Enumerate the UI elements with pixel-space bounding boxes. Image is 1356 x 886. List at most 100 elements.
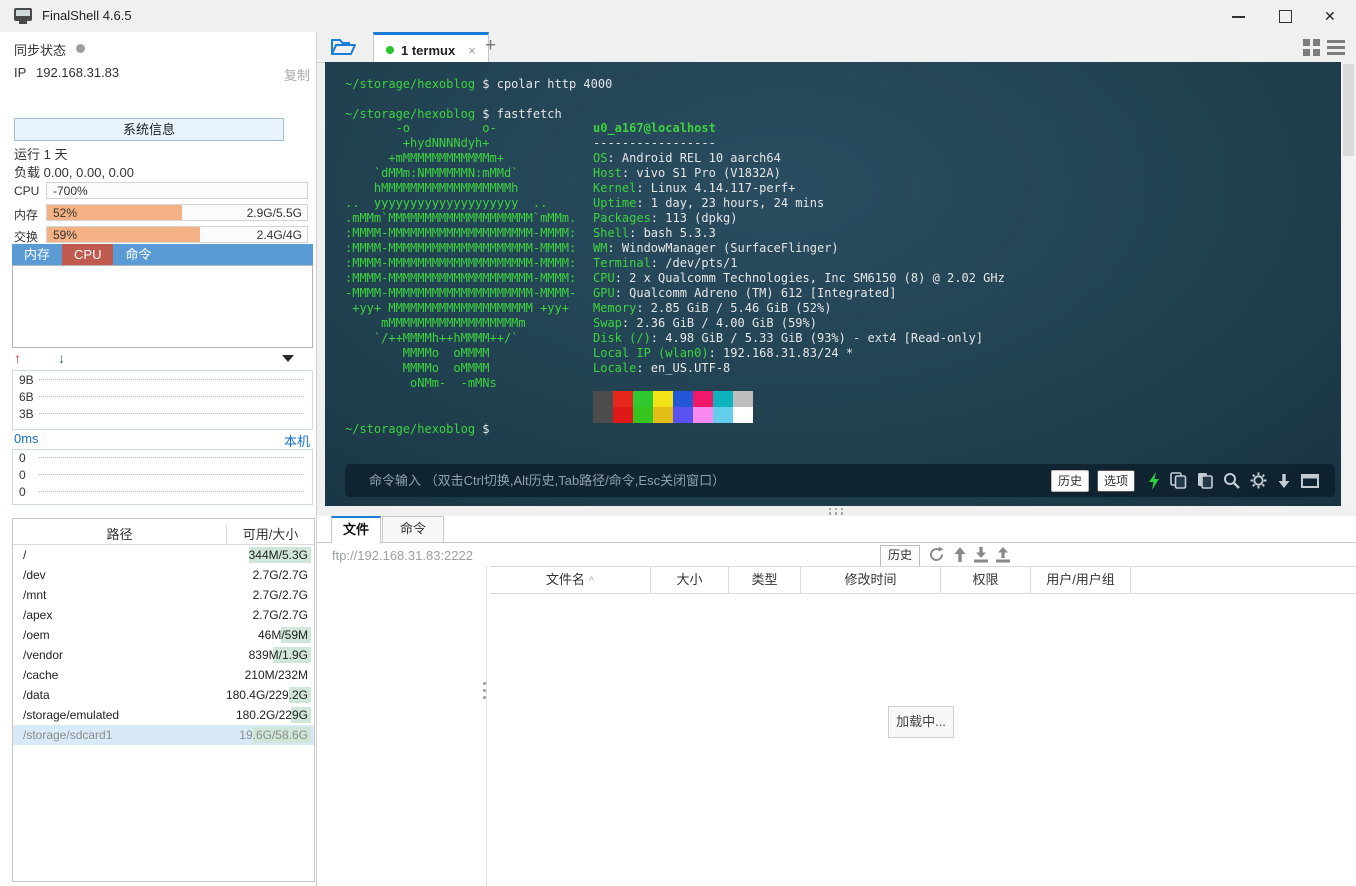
file-manager-panel: 文件 命令 ftp://192.168.31.83:2222 历史 文件名 ^ 大…	[317, 516, 1356, 886]
palette-swatch	[733, 407, 753, 423]
monitor-tab-command[interactable]: 命令	[113, 244, 163, 265]
quick-command-lightning-icon[interactable]	[1148, 471, 1160, 490]
tab-termux-label: 1 termux	[401, 42, 456, 58]
column-header-perm[interactable]: 权限	[941, 566, 1031, 594]
fs-row[interactable]: /data 180.4G/229.2G	[13, 685, 314, 705]
fs-row-value: 2.7G/2.7G	[252, 588, 308, 602]
fastfetch-info-line: CPU: 2 x Qualcomm Technologies, Inc SM61…	[593, 271, 1005, 285]
column-header-spacer	[1131, 566, 1356, 594]
palette-swatch	[673, 391, 693, 407]
palette-swatch	[673, 407, 693, 423]
cpu-meter: CPU -700%	[14, 182, 308, 199]
layout-grid-icon[interactable]	[1303, 39, 1320, 56]
search-icon[interactable]	[1223, 472, 1240, 489]
column-header-owner[interactable]: 用户/用户组	[1031, 566, 1131, 594]
title-bar: FinalShell 4.6.5	[0, 0, 1356, 33]
close-button[interactable]	[1308, 0, 1354, 32]
fs-row[interactable]: /mnt 2.7G/2.7G	[13, 585, 314, 605]
fs-row-value: 19.6G/58.6G	[239, 728, 308, 742]
memory-meter-label: 内存	[14, 208, 39, 222]
ping-host[interactable]: 本机	[284, 431, 310, 450]
history-button[interactable]: 历史	[1050, 469, 1089, 492]
column-header-type[interactable]: 类型	[729, 566, 801, 594]
terminal-screen[interactable]: ~/storage/hexoblog $ cpolar http 4000 ~/…	[325, 62, 1341, 506]
gear-icon[interactable]	[1250, 472, 1267, 489]
gridline	[39, 379, 304, 380]
column-header-mtime[interactable]: 修改时间	[801, 566, 941, 594]
palette-swatch	[633, 407, 653, 423]
minimize-button[interactable]	[1216, 0, 1262, 32]
loading-indicator: 加载中...	[888, 706, 954, 738]
upload-icon[interactable]	[995, 546, 1011, 563]
window-title: FinalShell 4.6.5	[42, 8, 132, 23]
copy-icon[interactable]	[1170, 472, 1187, 489]
paste-icon[interactable]	[1197, 472, 1213, 489]
net-tick-3b: 3B	[19, 407, 34, 421]
monitor-tab-cpu[interactable]: CPU	[62, 244, 114, 265]
maximize-button[interactable]	[1262, 0, 1308, 32]
uptime-label: 运行 1 天	[14, 147, 68, 162]
fastfetch-info-line: Packages: 113 (dpkg)	[593, 211, 738, 225]
fastfetch-info: u0_a167@localhost ----------------- OS: An…	[593, 121, 1005, 376]
monitor-tabs: 内存 CPU 命令	[12, 244, 313, 265]
memory-meter-bar: 52% 2.9G/5.5G	[46, 204, 308, 221]
parent-directory-icon[interactable]	[953, 546, 967, 563]
graph-dropdown-icon[interactable]	[282, 355, 294, 362]
fs-row[interactable]: /dev 2.7G/2.7G	[13, 565, 314, 585]
refresh-icon[interactable]	[928, 546, 945, 563]
panel-splitter-handle[interactable]	[317, 506, 1356, 516]
fs-header-path[interactable]: 路径	[13, 524, 226, 543]
app-icon	[14, 8, 32, 24]
tab-termux[interactable]: 1 termux ×	[373, 32, 489, 65]
fastfetch-color-palette	[593, 391, 753, 423]
command-input[interactable]: 命令输入 （双击Ctrl切换,Alt历史,Tab路径/命令,Esc关闭窗口）	[369, 473, 1051, 488]
fullscreen-icon[interactable]	[1301, 473, 1319, 488]
column-header-size[interactable]: 大小	[651, 566, 729, 594]
scroll-down-icon[interactable]	[1277, 473, 1291, 489]
tab-commands[interactable]: 命令	[382, 516, 444, 542]
column-header-name[interactable]: 文件名 ^	[490, 566, 651, 594]
ftp-address[interactable]: ftp://192.168.31.83:2222	[332, 548, 473, 563]
fs-row[interactable]: /vendor 839M/1.9G	[13, 645, 314, 665]
terminal-tab-bar: 1 termux × +	[317, 32, 1356, 65]
ping-graph: 0 0 0	[12, 449, 313, 505]
options-button[interactable]: 选项	[1096, 469, 1135, 492]
fastfetch-info-line: GPU: Qualcomm Adreno (TM) 612 [Integrate…	[593, 286, 897, 300]
fs-row-path: /storage/emulated	[23, 708, 120, 722]
monitor-tab-memory[interactable]: 内存	[12, 244, 62, 265]
fastfetch-info-line: WM: WindowManager (SurfaceFlinger)	[593, 241, 839, 255]
gridline	[39, 457, 304, 458]
tab-close-icon[interactable]: ×	[468, 43, 476, 58]
fs-row[interactable]: /storage/sdcard1 19.6G/58.6G	[13, 725, 314, 745]
fastfetch-info-line: Uptime: 1 day, 23 hours, 24 mins	[593, 196, 825, 210]
system-info-button[interactable]: 系统信息	[14, 118, 284, 141]
terminal-scrollbar-thumb[interactable]	[1343, 64, 1354, 156]
copy-button[interactable]: 复制	[284, 65, 310, 84]
sidebar: 同步状态 IP 192.168.31.83 复制 系统信息 运行 1 天 负载 …	[0, 32, 317, 886]
memory-meter-value: 2.9G/5.5G	[246, 206, 302, 220]
fastfetch-info-line: Shell: bash 5.3.3	[593, 226, 716, 240]
load-label: 负载 0.00, 0.00, 0.00	[14, 165, 134, 180]
tab-files[interactable]: 文件	[331, 516, 381, 544]
terminal-scrollbar[interactable]	[1341, 62, 1356, 506]
palette-swatch	[713, 407, 733, 423]
memory-meter-text: 52%	[53, 206, 78, 220]
terminal-line-fastfetch: ~/storage/hexoblog $ fastfetch	[345, 107, 562, 121]
fs-row[interactable]: /apex 2.7G/2.7G	[13, 605, 314, 625]
file-pane-splitter-handle[interactable]	[483, 682, 486, 699]
open-connections-button[interactable]	[330, 36, 360, 60]
cpu-meter-bar: -700%	[46, 182, 308, 199]
fs-row[interactable]: /storage/emulated 180.2G/229G	[13, 705, 314, 725]
monitor-chart-area	[12, 265, 313, 348]
fs-row[interactable]: / 344M/5.3G	[13, 545, 314, 565]
new-tab-button[interactable]: +	[485, 35, 496, 57]
hamburger-menu-icon[interactable]	[1327, 39, 1345, 55]
ftp-history-button[interactable]: 历史	[880, 545, 920, 567]
ping-tick-1: 0	[19, 451, 26, 465]
fs-row[interactable]: /cache 210M/232M	[13, 665, 314, 685]
fastfetch-info-line: Locale: en_US.UTF-8	[593, 361, 731, 375]
ping-tick-3: 0	[19, 485, 26, 499]
download-icon[interactable]	[973, 546, 989, 563]
fs-row[interactable]: /oem 46M/59M	[13, 625, 314, 645]
fs-header-size[interactable]: 可用/大小	[226, 524, 314, 544]
